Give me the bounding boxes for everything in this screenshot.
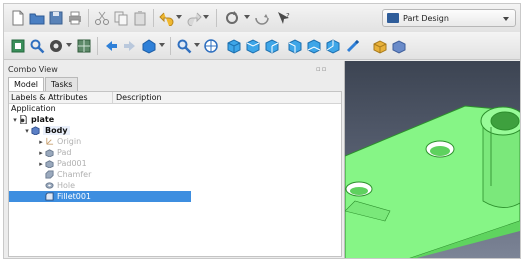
chamfer-icon [45, 170, 54, 179]
chevron-down-icon [503, 17, 509, 21]
tree-item-body[interactable]: ▾ Body [9, 125, 341, 136]
fillet-icon [45, 192, 54, 201]
part-icon[interactable] [372, 38, 388, 54]
chevron-collapsed-icon[interactable]: ▸ [37, 160, 45, 168]
origin-icon [45, 137, 54, 146]
redo-dropdown-icon[interactable] [203, 15, 209, 19]
model-tree: Labels & Attributes Description Applicat… [8, 91, 342, 257]
view-front-icon[interactable] [226, 38, 242, 54]
new-document-icon[interactable] [10, 10, 26, 26]
tree-item-label: Pad [57, 148, 72, 157]
application-label: Application [11, 104, 56, 113]
macro-record-icon[interactable] [254, 10, 270, 26]
body-icon[interactable] [391, 38, 407, 54]
measure-icon[interactable] [345, 38, 361, 54]
tree-item-label: Pad001 [57, 159, 87, 168]
tab-tasks[interactable]: Tasks [45, 77, 79, 91]
tree-item-label: Origin [57, 137, 82, 146]
redo-icon[interactable] [186, 10, 202, 26]
undo-icon[interactable] [159, 10, 175, 26]
view-toolbar [4, 32, 520, 60]
zoom-icon[interactable] [176, 38, 192, 54]
tree-item-label: Fillet001 [57, 192, 92, 201]
svg-text:?: ? [286, 12, 290, 20]
view-bottom-icon[interactable] [306, 38, 322, 54]
view-right-icon[interactable] [264, 38, 280, 54]
part-design-icon [387, 13, 399, 23]
pad-icon [45, 159, 54, 168]
save-icon[interactable] [48, 10, 64, 26]
tab-model[interactable]: Model [8, 77, 45, 91]
tree-item-pad[interactable]: ▸ Pad [9, 147, 341, 158]
tree-item-hole[interactable]: Hole [9, 180, 341, 191]
tree-item-pad001[interactable]: ▸ Pad001 [9, 158, 341, 169]
open-folder-icon[interactable] [29, 10, 45, 26]
back-arrow-icon[interactable] [103, 38, 119, 54]
pad-icon [45, 148, 54, 157]
refresh-dropdown-icon[interactable] [244, 15, 250, 19]
chevron-expanded-icon[interactable]: ▾ [23, 127, 31, 135]
hole-icon [45, 181, 54, 190]
sync-view-dropdown-icon[interactable] [159, 43, 165, 47]
cut-icon[interactable] [94, 10, 110, 26]
document-icon [19, 115, 28, 124]
panel-float-close-icons[interactable]: ▫▫ [316, 65, 328, 73]
app-window: ? Part Design Combo View ▫▫ Model Tasks … [3, 3, 521, 259]
view-left-icon[interactable] [325, 38, 341, 54]
3d-viewport[interactable] [345, 61, 520, 258]
tree-item-label: Body [43, 126, 70, 135]
undo-dropdown-icon[interactable] [176, 15, 182, 19]
tree-header: Labels & Attributes Description [9, 92, 341, 104]
combo-view-title: Combo View [8, 65, 58, 74]
column-description[interactable]: Description [113, 92, 162, 103]
workbench-selector[interactable]: Part Design [382, 9, 516, 27]
forward-arrow-icon[interactable] [122, 38, 138, 54]
tree-item-label: plate [31, 115, 55, 124]
draw-style-icon[interactable] [48, 38, 64, 54]
sync-view-icon[interactable] [141, 38, 157, 54]
paste-icon[interactable] [132, 10, 148, 26]
draw-style-dropdown-icon[interactable] [66, 43, 72, 47]
bounding-box-icon[interactable] [76, 38, 92, 54]
combo-view-tabs: Model Tasks [8, 77, 79, 91]
green-plate-model [345, 105, 520, 258]
main-toolbar: ? Part Design [4, 4, 520, 32]
tree-item-chamfer[interactable]: Chamfer [9, 169, 341, 180]
view-rear-icon[interactable] [287, 38, 303, 54]
chevron-collapsed-icon[interactable]: ▸ [37, 149, 45, 157]
tree-item-label: Hole [57, 181, 76, 190]
fit-selection-icon[interactable] [29, 38, 45, 54]
column-labels-attributes[interactable]: Labels & Attributes [9, 92, 113, 103]
zoom-dropdown-icon[interactable] [194, 43, 200, 47]
chevron-expanded-icon[interactable]: ▾ [11, 116, 19, 124]
workbench-label: Part Design [403, 13, 449, 23]
copy-icon[interactable] [113, 10, 129, 26]
body-icon [31, 126, 40, 135]
refresh-icon[interactable] [224, 10, 240, 26]
chevron-collapsed-icon[interactable]: ▸ [37, 138, 45, 146]
tree-item-origin[interactable]: ▸ Origin [9, 136, 341, 147]
whats-this-icon[interactable]: ? [276, 10, 292, 26]
fit-all-icon[interactable] [10, 38, 26, 54]
view-isometric-icon[interactable] [203, 38, 219, 54]
print-icon[interactable] [67, 10, 83, 26]
tree-item-fillet001[interactable]: Fillet001 [9, 191, 191, 202]
tree-item-plate[interactable]: ▾ plate [9, 114, 341, 125]
tree-item-label: Chamfer [57, 170, 92, 179]
view-top-icon[interactable] [245, 38, 261, 54]
combo-view-panel: Combo View ▫▫ Model Tasks Labels & Attri… [4, 61, 345, 258]
